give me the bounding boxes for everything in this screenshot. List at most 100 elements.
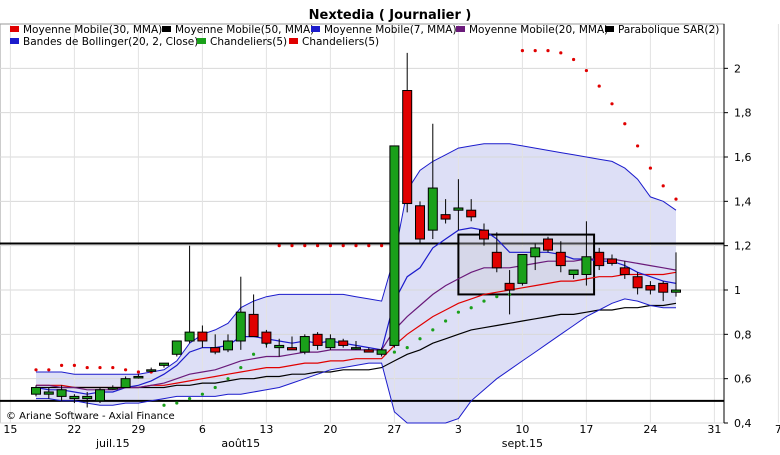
candle-body (31, 387, 41, 395)
candle-body (491, 251, 502, 269)
y-tick-label: 0,6 (734, 373, 752, 386)
x-tick-label: 29 (131, 423, 145, 436)
month-label: juil.15 (95, 437, 130, 450)
candle-body (530, 247, 541, 258)
candle-body (427, 187, 438, 231)
sar-dot (162, 403, 166, 407)
candle-body (517, 254, 528, 284)
candle-body (453, 207, 464, 211)
sar-dot (98, 365, 102, 370)
candle-body (287, 347, 297, 351)
legend-swatch (311, 26, 320, 32)
y-tick-label: 1,6 (734, 151, 752, 164)
sar-dot (188, 397, 192, 401)
x-tick-label: 24 (643, 423, 657, 436)
sar-dot (661, 184, 665, 188)
candle-body (235, 311, 246, 342)
candle-body (568, 269, 579, 275)
x-tick-label: 3 (455, 423, 462, 436)
sar-dot (47, 368, 51, 372)
candle-body (69, 395, 80, 400)
candle-body (645, 285, 656, 291)
candle-body (312, 333, 323, 346)
sar-dot (392, 350, 396, 354)
sar-dot (572, 57, 576, 62)
candle-body (56, 389, 67, 397)
sar-dot (495, 295, 499, 299)
candle-body (95, 389, 105, 402)
y-tick-label: 1,2 (734, 240, 752, 253)
legend-label: Chandeliers(5) (210, 36, 287, 48)
candle-body (146, 369, 157, 372)
legend-label: Moyenne Mobile(50, MMA) (175, 24, 314, 36)
candle-body (325, 338, 336, 349)
sar-dot (431, 328, 435, 332)
x-tick-label: 20 (323, 423, 337, 436)
candle-body (376, 349, 387, 355)
candle-body (555, 251, 566, 267)
legend-swatch (10, 38, 19, 44)
x-tick-label: 13 (259, 423, 273, 436)
sar-dot (444, 319, 448, 323)
sar-dot (380, 244, 384, 248)
sar-dot (239, 365, 243, 370)
candle-body (415, 205, 425, 240)
sar-dot (277, 244, 281, 248)
candle-body (120, 378, 131, 389)
sar-dot (354, 244, 358, 248)
candle-body (363, 349, 374, 353)
sar-dot (85, 365, 89, 370)
x-tick-label: 22 (67, 423, 81, 436)
copyright: © Ariane Software - Axial Finance (6, 411, 175, 422)
y-tick-label: 1 (734, 284, 741, 297)
candle-body (274, 344, 285, 349)
sar-dot (341, 244, 345, 248)
candle-body (133, 375, 144, 379)
sar-dot (111, 365, 115, 370)
candle-body (402, 90, 413, 205)
sar-dot (648, 166, 653, 170)
legend-swatch (162, 26, 171, 32)
sar-dot (124, 368, 128, 372)
candle-body (197, 331, 208, 342)
legend-swatch (456, 26, 465, 32)
y-tick-label: 0,8 (734, 328, 752, 341)
candle-body (223, 340, 233, 351)
x-tick-label: 15 (3, 423, 17, 436)
legend-label: Moyenne Mobile(30, MMA) (23, 24, 162, 36)
sar-dot (175, 401, 179, 405)
y-tick-label: 1,8 (734, 107, 752, 120)
candle-body (107, 387, 118, 390)
legend-swatch (289, 38, 298, 44)
candle-body (504, 282, 515, 291)
candle-body (658, 282, 669, 293)
sar-dot (623, 122, 627, 126)
candle-body (351, 347, 361, 350)
sar-dot (597, 84, 601, 88)
sar-dot (226, 377, 230, 381)
sar-dot (674, 197, 678, 201)
candle-body (159, 362, 169, 366)
candlestick-chart: 0,4 0,6 0,8 1 1,2 1,4 1,6 1,8 2 15 22 29 6 13 20 27 3 10… (0, 0, 780, 455)
y-tick-label: 1,4 (734, 195, 752, 208)
sar-dot (136, 370, 140, 374)
candle-body (619, 267, 630, 275)
x-tick-label: 10 (515, 423, 529, 436)
candle-body (261, 331, 272, 344)
sar-dot (72, 363, 76, 367)
sar-dot (559, 51, 563, 55)
candle-body (594, 251, 605, 267)
sar-dot (456, 310, 460, 314)
candle-body (43, 391, 54, 395)
chart-title: Nextedia ( Journalier ) (309, 8, 472, 23)
sar-dot (418, 337, 422, 341)
month-label: sept.15 (502, 437, 543, 450)
candle-body (338, 340, 349, 346)
x-tick-label: 27 (387, 423, 401, 436)
legend-label: Chandeliers(5) (302, 36, 379, 48)
sar-dot (328, 244, 332, 248)
candle-body (632, 276, 643, 289)
sar-dot (316, 244, 320, 248)
sar-dot (213, 385, 217, 390)
legend-swatch (605, 26, 614, 32)
